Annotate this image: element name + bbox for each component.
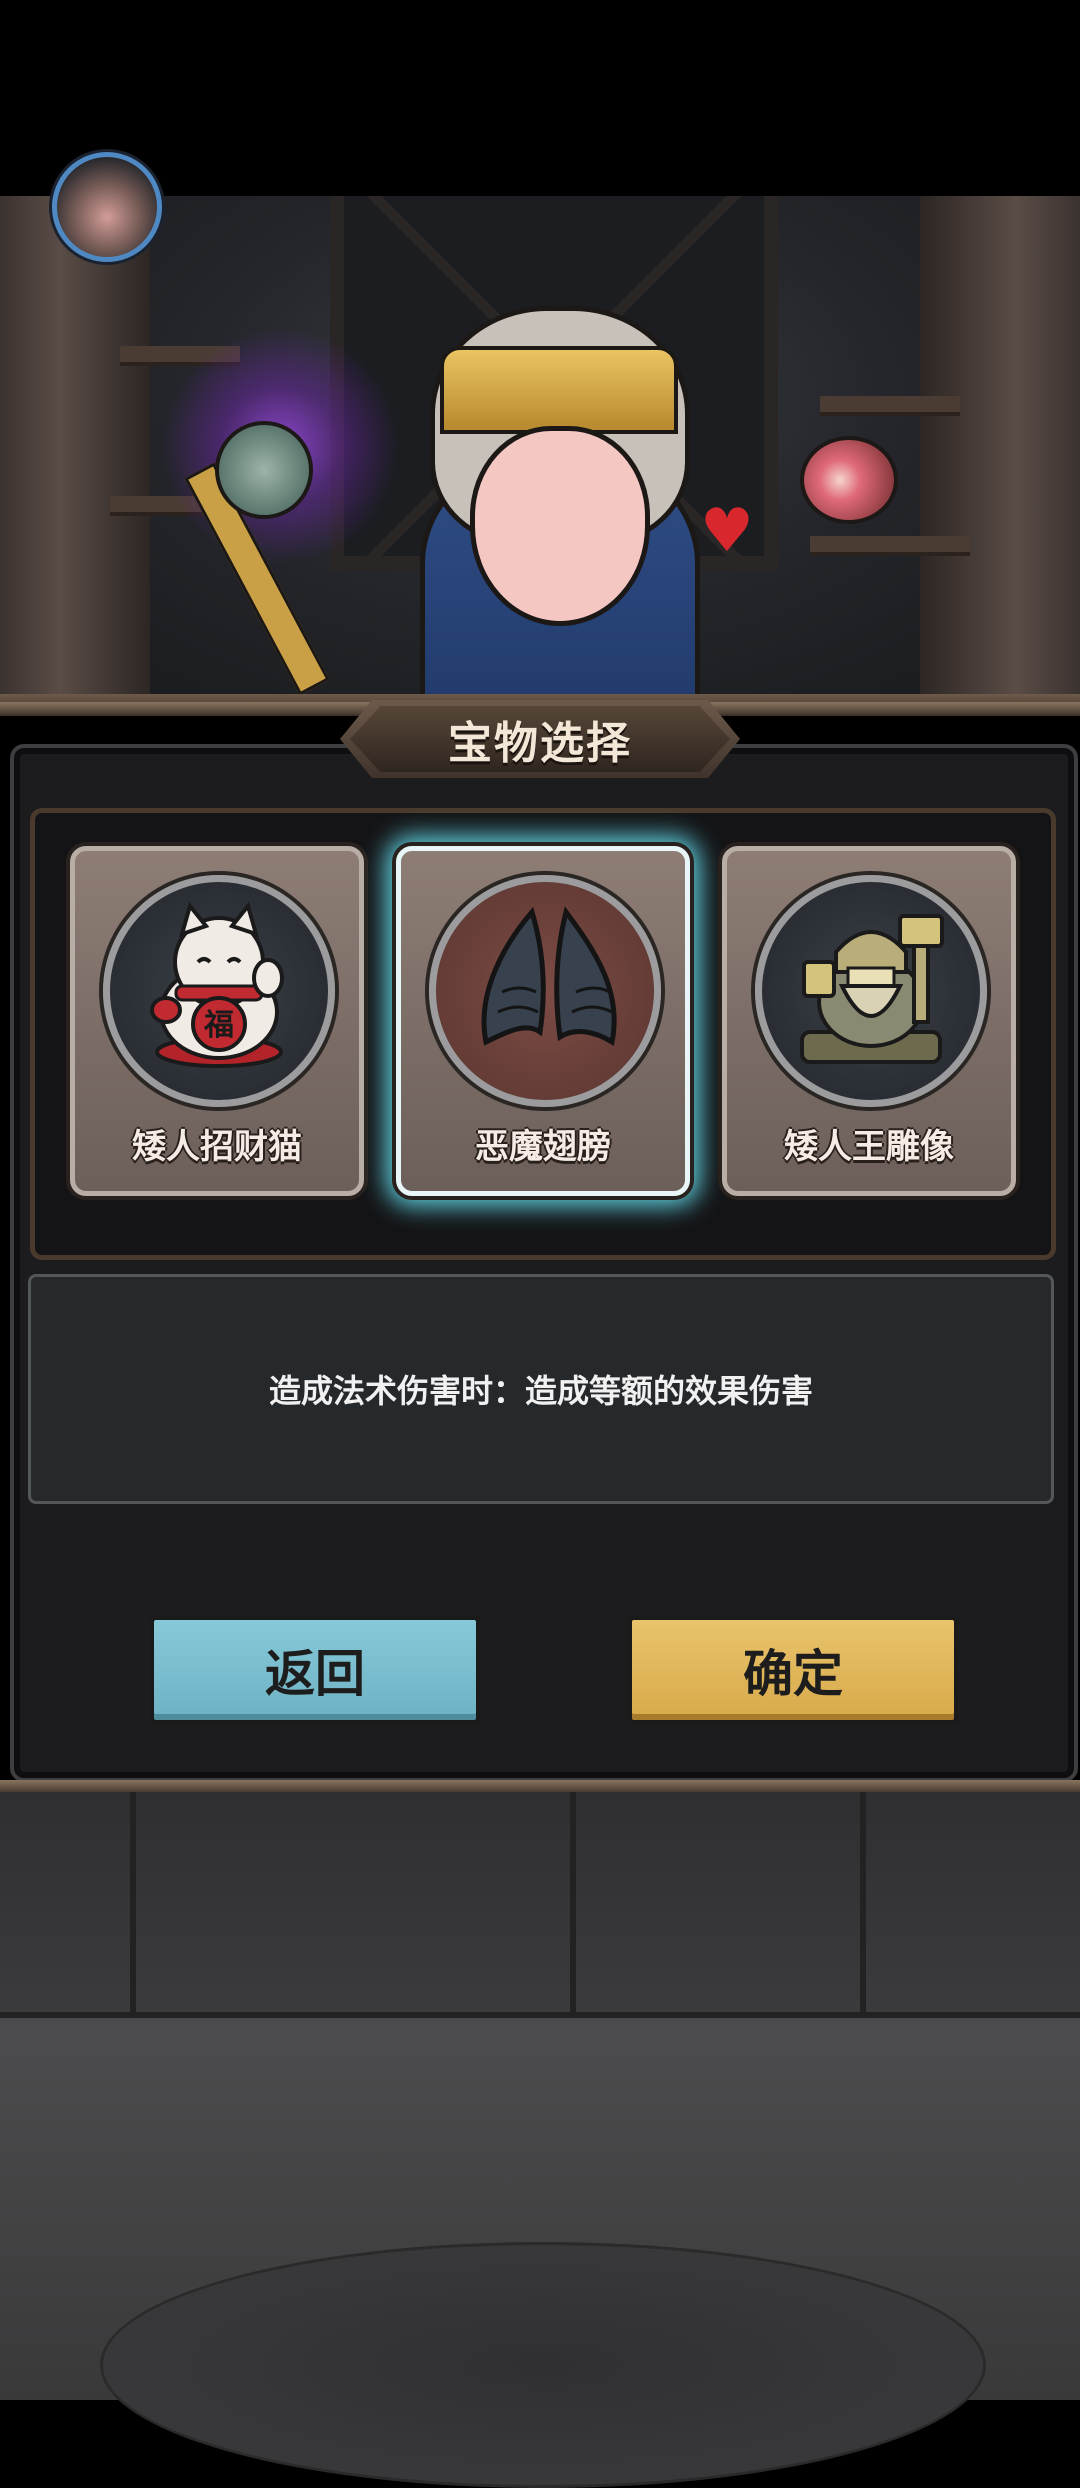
left-curtain bbox=[0, 196, 150, 716]
heart-icon: ♥ bbox=[700, 496, 754, 566]
back-button[interactable]: 返回 bbox=[150, 1616, 480, 1724]
treasure-option-label: 恶魔翅膀 bbox=[475, 1127, 611, 1167]
treasure-option-demon-wings[interactable]: 恶魔翅膀 bbox=[396, 846, 690, 1196]
treasure-description-box: 造成法术伤害时：造成等额的效果伤害 bbox=[28, 1274, 1054, 1504]
demon-wings-icon bbox=[429, 875, 661, 1107]
confirm-button[interactable]: 确定 bbox=[628, 1616, 958, 1724]
right-curtain bbox=[920, 196, 1080, 716]
floor-seam bbox=[130, 1792, 136, 2012]
top-black-bar bbox=[0, 0, 1080, 196]
shopkeeper-face bbox=[470, 426, 650, 626]
hanging-ham-icon bbox=[800, 436, 898, 524]
dialog-title: 宝物选择 bbox=[448, 718, 632, 769]
staff-head-icon bbox=[215, 421, 313, 519]
shop-scene: ♥ bbox=[0, 196, 1080, 716]
lucky-cat-icon: 福 bbox=[103, 875, 335, 1107]
treasure-option-dwarf-statue[interactable]: 矮人王雕像 bbox=[722, 846, 1016, 1196]
treasure-option-label: 矮人招财猫 bbox=[132, 1127, 302, 1167]
shelf-right-lower bbox=[810, 536, 970, 556]
floor-seam bbox=[570, 1792, 576, 2012]
title-plate: 宝物选择 bbox=[350, 706, 730, 772]
svg-text:福: 福 bbox=[203, 1008, 234, 1043]
floor-back-wall bbox=[0, 1792, 1080, 2018]
shelf-right-upper bbox=[820, 396, 960, 416]
treasure-description: 造成法术伤害时：造成等额的效果伤害 bbox=[268, 1372, 813, 1410]
treasure-option-lucky-cat[interactable]: 福 矮人招财猫 bbox=[70, 846, 364, 1196]
dungeon-floor bbox=[0, 1792, 1080, 2488]
treasure-option-label: 矮人王雕像 bbox=[784, 1127, 954, 1167]
floor-seam bbox=[860, 1792, 866, 2012]
player-avatar[interactable] bbox=[52, 152, 162, 262]
floor-pit bbox=[100, 2242, 986, 2488]
dwarf-king-statue-icon bbox=[755, 875, 987, 1107]
shopkeeper-crown bbox=[440, 346, 678, 434]
panel-bottom-trim bbox=[0, 1780, 1080, 1792]
